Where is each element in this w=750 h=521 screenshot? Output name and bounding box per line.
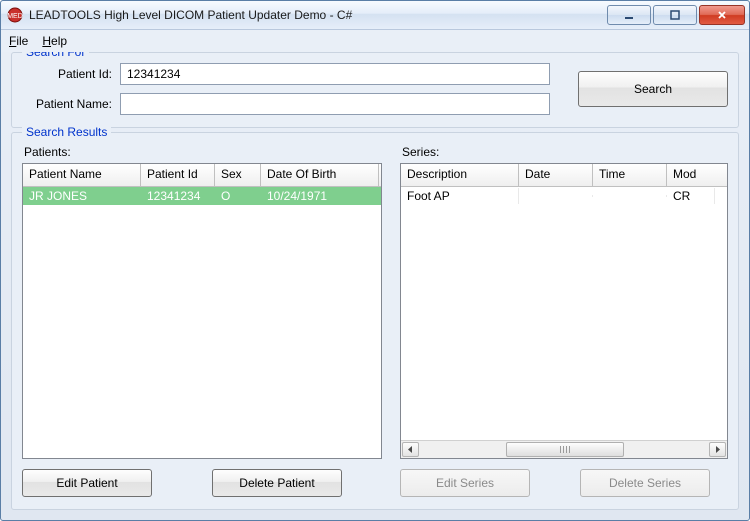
patients-grid[interactable]: Patient Name Patient Id Sex Date Of Birt… xyxy=(22,163,382,459)
cell-date xyxy=(519,195,593,197)
cell-modality: CR xyxy=(667,188,715,204)
menu-file[interactable]: File xyxy=(9,34,28,48)
col-dob[interactable]: Date Of Birth xyxy=(261,164,379,186)
maximize-button[interactable] xyxy=(653,5,697,25)
menu-bar: File Help xyxy=(1,30,749,52)
patient-name-label: Patient Name: xyxy=(22,97,112,111)
series-rows: Foot AP CR xyxy=(401,187,727,440)
delete-patient-button[interactable]: Delete Patient xyxy=(212,469,342,497)
series-panel: Series: Description Date Time Mod Foot A… xyxy=(400,143,728,497)
search-button[interactable]: Search xyxy=(578,71,728,107)
menu-help[interactable]: Help xyxy=(42,34,67,48)
scroll-left-icon[interactable] xyxy=(402,442,419,457)
edit-patient-button[interactable]: Edit Patient xyxy=(22,469,152,497)
title-bar: MED LEADTOOLS High Level DICOM Patient U… xyxy=(1,1,749,30)
app-icon: MED xyxy=(7,7,23,23)
series-hscrollbar[interactable] xyxy=(401,440,727,458)
results-group: Search Results Patients: Patient Name Pa… xyxy=(11,132,739,510)
cell-dob: 10/24/1971 xyxy=(261,188,379,204)
search-group: Search For Patient Id: Search Patient Na… xyxy=(11,52,739,128)
window-title: LEADTOOLS High Level DICOM Patient Updat… xyxy=(29,8,607,22)
delete-series-button[interactable]: Delete Series xyxy=(580,469,710,497)
cell-description: Foot AP xyxy=(401,188,519,204)
patient-id-label: Patient Id: xyxy=(22,67,112,81)
window-buttons xyxy=(607,5,745,25)
patient-id-input[interactable] xyxy=(120,63,550,85)
patients-panel: Patients: Patient Name Patient Id Sex Da… xyxy=(22,143,382,497)
patients-header: Patient Name Patient Id Sex Date Of Birt… xyxy=(23,164,381,187)
patients-label: Patients: xyxy=(24,145,382,159)
svg-text:MED: MED xyxy=(7,13,23,20)
col-time[interactable]: Time xyxy=(593,164,667,186)
scroll-right-icon[interactable] xyxy=(709,442,726,457)
cell-time xyxy=(593,195,667,197)
patient-name-input[interactable] xyxy=(120,93,550,115)
table-row[interactable]: JR JONES 12341234 O 10/24/1971 xyxy=(23,187,381,205)
table-row[interactable]: Foot AP CR xyxy=(401,187,727,205)
patients-rows: JR JONES 12341234 O 10/24/1971 xyxy=(23,187,381,458)
search-group-title: Search For xyxy=(22,52,89,59)
cell-patient-id: 12341234 xyxy=(141,188,215,204)
scroll-thumb[interactable] xyxy=(506,442,623,457)
application-window: MED LEADTOOLS High Level DICOM Patient U… xyxy=(0,0,750,521)
scroll-track[interactable] xyxy=(420,442,708,457)
col-modality[interactable]: Mod xyxy=(667,164,715,186)
col-date[interactable]: Date xyxy=(519,164,593,186)
minimize-button[interactable] xyxy=(607,5,651,25)
col-patient-id[interactable]: Patient Id xyxy=(141,164,215,186)
col-description[interactable]: Description xyxy=(401,164,519,186)
edit-series-button[interactable]: Edit Series xyxy=(400,469,530,497)
results-group-title: Search Results xyxy=(22,125,111,139)
series-grid[interactable]: Description Date Time Mod Foot AP CR xyxy=(400,163,728,459)
content-area: Search For Patient Id: Search Patient Na… xyxy=(1,52,749,520)
series-label: Series: xyxy=(402,145,728,159)
cell-sex: O xyxy=(215,188,261,204)
col-sex[interactable]: Sex xyxy=(215,164,261,186)
series-buttons: Edit Series Delete Series xyxy=(400,469,728,497)
series-header: Description Date Time Mod xyxy=(401,164,727,187)
patients-buttons: Edit Patient Delete Patient xyxy=(22,469,382,497)
cell-patient-name: JR JONES xyxy=(23,188,141,204)
col-patient-name[interactable]: Patient Name xyxy=(23,164,141,186)
close-button[interactable] xyxy=(699,5,745,25)
